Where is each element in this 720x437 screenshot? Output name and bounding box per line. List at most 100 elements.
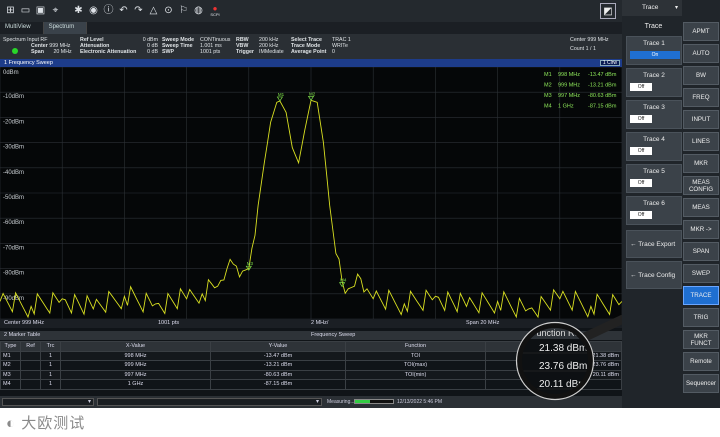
y-tick-label: -10dBm <box>3 94 24 100</box>
rbw-label: RBW <box>236 37 249 43</box>
side-button-freq[interactable]: FREQ <box>683 88 719 107</box>
trace-2-softkey[interactable]: Trace 2 Off <box>626 68 682 97</box>
wifi-icon[interactable]: ✱ <box>72 5 85 18</box>
trace-label: Trace 5 <box>643 168 665 175</box>
trigger-value: IMMediate <box>259 49 284 56</box>
col-type: Type <box>0 341 21 352</box>
trace-6-softkey[interactable]: Trace 6 Off <box>626 196 682 225</box>
trace-tag[interactable]: 1 Clrw <box>599 60 620 66</box>
side-button-apmt[interactable]: APMT <box>683 22 719 41</box>
redo-icon[interactable]: ↷ <box>132 5 145 18</box>
progress-fill <box>355 400 371 403</box>
watermark: ◐ 大欧测试 <box>6 412 85 433</box>
side-button-trig[interactable]: TRIG <box>683 308 719 327</box>
flag-icon[interactable]: ⚐ <box>177 5 190 18</box>
side-button-input[interactable]: INPUT <box>683 110 719 129</box>
cell-function: TOI(max) <box>345 360 486 371</box>
y-tick-label: -40dBm <box>3 170 24 176</box>
marker-legend-text: 999 MHz <box>558 83 580 89</box>
trigger-label: Trigger <box>236 49 254 56</box>
side-button-meas-config[interactable]: MEAS CONFIG <box>683 176 719 195</box>
trace-toggle[interactable]: Off <box>630 179 652 187</box>
windows-icon[interactable]: ⊞ <box>4 5 17 18</box>
marker-legend-text: M1 <box>544 72 552 78</box>
chevron-down-icon: ▾ <box>674 5 678 11</box>
info-icon[interactable]: ⓘ <box>102 5 115 18</box>
spectrum-plot[interactable]: 0dBm -10dBm -20dBm -30dBm -40dBm -50dBm -60dBm… <box>0 67 622 319</box>
status-led <box>12 48 18 54</box>
settings-info-bar: Spectrum Input RF Center 999 MHz Span 20… <box>0 34 622 59</box>
status-dropdown-2[interactable]: ▾ <box>97 398 322 406</box>
magnifier-overlay: Function Re 21.38 dBm 23.76 dBm 20.11 dB… <box>515 315 625 401</box>
cell-x: 998 MHz <box>60 350 211 361</box>
side-button-remote[interactable]: Remote <box>683 352 719 371</box>
average-point-value: 0 <box>332 49 335 56</box>
cell-y: -13.21 dBm <box>210 360 346 371</box>
trace-3-softkey[interactable]: Trace 3 Off <box>626 100 682 129</box>
cell-ref <box>20 379 41 390</box>
trace-toggle[interactable]: Off <box>630 83 652 91</box>
y-tick-label: -30dBm <box>3 145 24 151</box>
search-icon[interactable]: ⊙ <box>162 5 175 18</box>
x-center-label: Center 999 MHz <box>4 320 45 326</box>
scpi-icon[interactable]: ● SCPI <box>207 5 223 18</box>
warning-icon[interactable]: △ <box>147 5 160 18</box>
marker-legend-text: 1 GHz <box>558 104 574 110</box>
side-button-meas[interactable]: MEAS <box>683 198 719 217</box>
cell-y: -87.15 dBm <box>210 379 346 390</box>
y-tick-label: -70dBm <box>3 245 24 251</box>
cell-type: M1 <box>0 350 21 361</box>
marker-legend-text: 997 MHz <box>558 93 580 99</box>
cell-function: TOI <box>345 350 486 361</box>
cell-type: M4 <box>0 379 21 390</box>
trace-toggle[interactable]: Off <box>630 211 652 219</box>
marker-point-label: M4 <box>340 278 347 283</box>
trace-toggle[interactable]: Off <box>630 115 652 123</box>
tab-multiview[interactable]: MultiView <box>0 22 44 34</box>
globe-icon[interactable]: ◍ <box>192 5 205 18</box>
tab-spectrum[interactable]: Spectrum <box>43 22 88 34</box>
trace-label: Trace 6 <box>643 200 665 207</box>
settings-circle-icon[interactable]: ◉ <box>87 5 100 18</box>
side-button-auto[interactable]: AUTO <box>683 44 719 63</box>
dock-icon[interactable]: ◩ <box>600 3 616 19</box>
cell-ref <box>20 360 41 371</box>
trace-toggle[interactable]: On <box>630 51 680 59</box>
trace-export-button[interactable]: ← Trace Export <box>626 230 682 258</box>
side-button-span[interactable]: SPAN <box>683 242 719 261</box>
side-button-lines[interactable]: LINES <box>683 132 719 151</box>
trace-mode-label: Trace Mode <box>291 43 321 50</box>
frequency-sweep-title: 1 Frequency Sweep <box>4 60 53 66</box>
side-button-sequencer[interactable]: Sequencer <box>683 374 719 393</box>
y-tick-label: -60dBm <box>3 220 24 226</box>
status-dropdown-1[interactable]: ▾ <box>2 398 94 406</box>
progress-bar <box>354 399 394 404</box>
side-button-mkr-funct[interactable]: MKR FUNCT <box>683 330 719 349</box>
col-trc: Trc <box>40 341 61 352</box>
trace-config-button[interactable]: ← Trace Config <box>626 261 682 289</box>
trace-4-softkey[interactable]: Trace 4 Off <box>626 132 682 161</box>
zoom-icon[interactable]: ⌖ <box>49 5 62 18</box>
side-button-trace[interactable]: TRACE <box>683 286 719 305</box>
cell-function <box>345 379 486 390</box>
trace-dropdown[interactable]: Trace ▾ <box>622 0 682 16</box>
trace-5-softkey[interactable]: Trace 5 Off <box>626 164 682 193</box>
cell-y: -13.47 dBm <box>210 350 346 361</box>
side-button-bw[interactable]: BW <box>683 66 719 85</box>
side-button-mkr-to[interactable]: MKR -> <box>683 220 719 239</box>
col-function: Function <box>345 341 486 352</box>
save-icon[interactable]: ▣ <box>34 5 47 18</box>
cell-trc: 1 <box>40 350 61 361</box>
marker-legend-text: 998 MHz <box>558 72 580 78</box>
undo-icon[interactable]: ↶ <box>117 5 130 18</box>
side-button-swep[interactable]: SWEP <box>683 264 719 283</box>
trace-1-softkey[interactable]: Trace 1 On <box>626 36 682 65</box>
side-button-mkr[interactable]: MKR <box>683 154 719 173</box>
swp-value: 1001 pts <box>200 49 221 56</box>
marker-legend-text: M4 <box>544 104 552 110</box>
folder-icon[interactable]: ▭ <box>19 5 32 18</box>
e-att-value: 0 dB <box>147 49 158 56</box>
center-readout: Center 999 MHz <box>570 37 609 43</box>
span-label: Span <box>31 49 44 56</box>
trace-toggle[interactable]: Off <box>630 147 652 155</box>
